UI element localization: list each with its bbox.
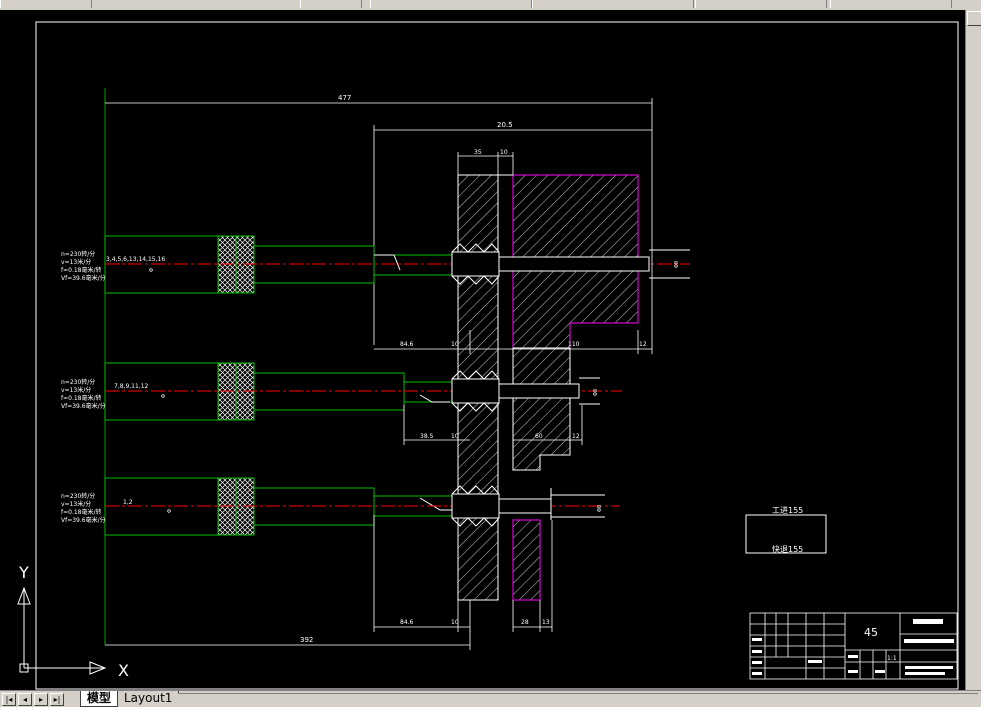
feed-note-line2: 快退155 — [772, 544, 803, 554]
toolbar-segment[interactable] — [300, 0, 362, 8]
toolbar-segment[interactable] — [0, 0, 92, 8]
dimension-overall-bottom — [105, 630, 471, 650]
spindle-3-holes: 1,2 — [123, 499, 133, 506]
dim-text-10-row2: 10 — [451, 433, 459, 440]
spindle-2-dia-label: Φ8 — [593, 389, 599, 396]
spindle-3-params: n=230转/分 v=13米/分 f=0.18毫米/转 Vf=39.6毫米/分 — [61, 492, 106, 524]
first-tab-arrow-icon[interactable]: |◂ — [2, 693, 16, 706]
svg-text:f=0.18毫米/转: f=0.18毫米/转 — [61, 394, 102, 402]
svg-text:Vf=39.6毫米/分: Vf=39.6毫米/分 — [61, 516, 106, 524]
layout-tab-bar: |◂ ◂ ▸ ▸| 模型 Layout1 — [0, 690, 981, 707]
workpiece-lower — [512, 519, 541, 601]
title-block-text-blocks — [752, 638, 954, 675]
title-block-scale: 1:1 — [887, 655, 897, 662]
title-block-logo-bar — [913, 619, 943, 624]
workpiece-middle — [512, 347, 571, 471]
title-block-material: 45 — [864, 626, 878, 639]
svg-text:n=230转/分: n=230转/分 — [61, 250, 95, 258]
toolbar-segment[interactable] — [532, 0, 694, 8]
dim-text-38: 38.5 — [420, 433, 434, 440]
svg-text:n=230转/分: n=230转/分 — [61, 492, 95, 500]
spindle-3-dia-marker: Φ — [167, 509, 173, 513]
dim-text-84-row3: 84.6 — [400, 619, 414, 626]
svg-text:Vf=39.6毫米/分: Vf=39.6毫米/分 — [61, 402, 106, 410]
spindle-1-holes: 3,4,5,6,13,14,15,16 — [106, 256, 165, 263]
dim-text-84-row1: 84.6 — [400, 341, 414, 348]
dim-text-110: 110 — [568, 341, 580, 348]
dim-text-12-row2: 12 — [572, 433, 580, 440]
dim-text-13: 13 — [542, 619, 550, 626]
last-tab-arrow-icon[interactable]: ▸| — [50, 693, 64, 706]
svg-text:v=13米/分: v=13米/分 — [61, 258, 91, 266]
dim-text-28: 28 — [521, 619, 529, 626]
dim-text-60: 60 — [535, 433, 543, 440]
drawing-canvas[interactable]: 477 20.5 35 10 Φ8 Φ 3,4,5,6,13,14,15,16 … — [0, 10, 965, 690]
toolbar-segment[interactable] — [830, 0, 952, 8]
toolbar-segment[interactable] — [695, 0, 827, 8]
dim-text-overall-bottom: 392 — [300, 636, 313, 644]
svg-text:f=0.18毫米/转: f=0.18毫米/转 — [61, 508, 102, 516]
svg-text:v=13米/分: v=13米/分 — [61, 386, 91, 394]
dim-text-12-row1: 12 — [639, 341, 647, 348]
svg-text:f=0.18毫米/转: f=0.18毫米/转 — [61, 266, 102, 274]
spindle-3-dia-label: Φ8 — [597, 505, 603, 512]
dim-text-35: 35 — [474, 149, 482, 156]
spindle-1-dia-label: Φ8 — [674, 261, 680, 268]
dim-text-overall-top: 477 — [338, 94, 351, 102]
svg-text:Vf=39.6毫米/分: Vf=39.6毫米/分 — [61, 274, 106, 282]
ucs-x-label: X — [118, 661, 129, 680]
spindle-1-dia-marker: Φ — [149, 268, 155, 272]
svg-text:v=13米/分: v=13米/分 — [61, 500, 91, 508]
dim-text-10-top: 10 — [500, 149, 508, 156]
dim-text-10-row3: 10 — [451, 619, 459, 626]
feed-note-line1: 工进155 — [772, 506, 803, 515]
svg-text:n=230转/分: n=230转/分 — [61, 378, 95, 386]
spindle-2-holes: 7,8,9,11,12 — [114, 383, 149, 390]
tab-model[interactable]: 模型 — [80, 691, 119, 707]
dim-text-top-span: 20.5 — [497, 121, 513, 129]
vertical-scrollbar[interactable] — [965, 10, 981, 690]
scroll-up-button[interactable] — [967, 11, 981, 26]
ucs-y-label: Y — [18, 563, 29, 582]
spindle-1-params: n=230转/分 v=13米/分 f=0.18毫米/转 Vf=39.6毫米/分 — [61, 250, 106, 282]
next-tab-arrow-icon[interactable]: ▸ — [34, 693, 48, 706]
spindle-2-params: n=230转/分 v=13米/分 f=0.18毫米/转 Vf=39.6毫米/分 — [61, 378, 106, 410]
horizontal-scrollbar[interactable] — [178, 693, 978, 706]
toolbar-segment[interactable] — [370, 0, 532, 8]
dim-text-10-row1: 10 — [451, 341, 459, 348]
prev-tab-arrow-icon[interactable]: ◂ — [18, 693, 32, 706]
ucs-icon — [17, 586, 107, 675]
spindle-2-dia-marker: Φ — [161, 394, 167, 398]
tab-layout1[interactable]: Layout1 — [118, 691, 180, 706]
